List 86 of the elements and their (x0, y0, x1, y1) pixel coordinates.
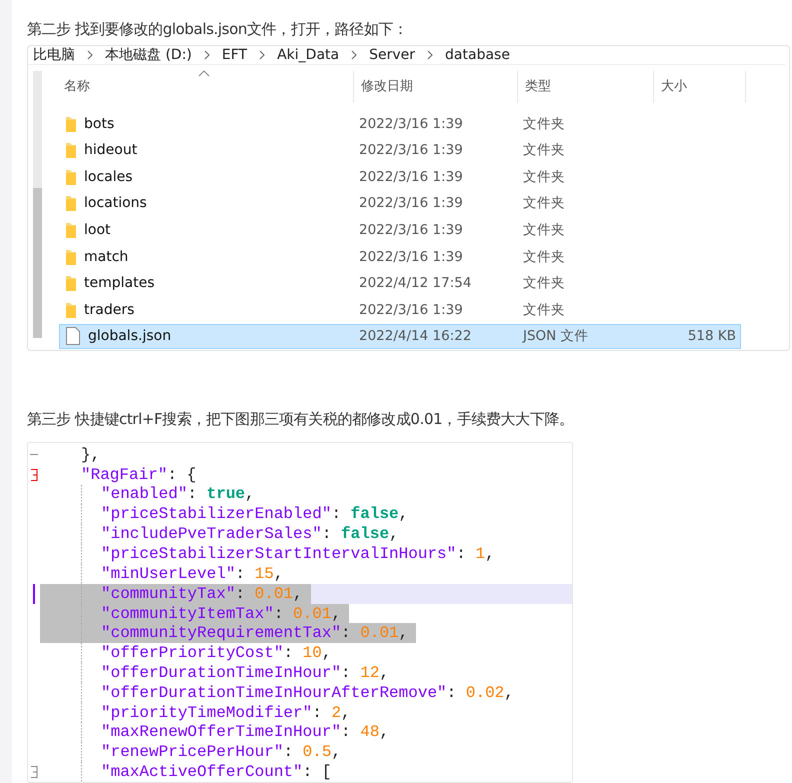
file-name: templates (84, 275, 154, 292)
file-name: loot (84, 222, 111, 238)
file-row[interactable]: loot 2022/3/16 1:39 文件夹 (59, 217, 741, 242)
breadcrumb-item[interactable]: 本地磁盘 (D:) (105, 46, 192, 64)
folder-icon (66, 302, 76, 318)
breadcrumb-item[interactable]: EFT (222, 47, 248, 64)
file-row[interactable]: templates 2022/4/12 17:54 文件夹 (59, 270, 741, 296)
code-line: "communityTax": 0.01, (101, 584, 303, 603)
type-cell-text: 文件夹 (522, 141, 566, 160)
file-row[interactable]: traders 2022/3/16 1:39 文件夹 (59, 297, 741, 322)
code-line: "communityItemTax": 0.01, (101, 604, 342, 623)
scrollbar[interactable] (33, 71, 42, 338)
file-name: hideout (84, 142, 138, 158)
code-line: "minUserLevel": 15, (101, 564, 284, 583)
code-line: "priceStabilizerEnabled": false, (101, 505, 408, 524)
type-cell-text: 文件夹 (522, 274, 566, 292)
type-cell-text: 文件夹 (522, 248, 566, 266)
code-line: "maxActiveOfferCount": [ (101, 763, 332, 782)
code-line: "RagFair": { (81, 466, 196, 484)
fold-toggle-icon[interactable] (30, 468, 38, 481)
date-cell-text: 2022/4/14 16:22 (358, 328, 472, 344)
code-line: "offerDurationTimeInHourAfterRemove": 0.02, (101, 684, 514, 702)
code-line: "offerDurationTimeInHour": 12, (101, 664, 390, 682)
code-line: "includePveTraderSales": false, (101, 525, 399, 544)
code-line: "maxRenewOfferTimeInHour": 48, (101, 723, 390, 742)
file-row[interactable]: bots 2022/3/16 1:39 文件夹 (59, 111, 741, 136)
code-line: }, (81, 446, 100, 464)
size-cell-text: 518 KB (686, 328, 737, 344)
breadcrumb-item[interactable]: database (445, 47, 510, 64)
file-row[interactable]: match 2022/3/16 1:39 文件夹 (59, 244, 741, 269)
date-cell-text: 2022/3/16 1:39 (358, 116, 464, 132)
type-cell-text: 文件夹 (522, 114, 566, 133)
file-name: locales (84, 168, 133, 185)
chevron-icon (202, 50, 211, 60)
date-cell-text: 2022/3/16 1:39 (358, 142, 464, 158)
code-line: "communityRequirementTax": 0.01, (101, 624, 408, 642)
file-name: locations (84, 195, 147, 212)
folder-icon (66, 116, 76, 132)
cursor-line-icon (33, 584, 35, 604)
folder-icon (66, 168, 76, 185)
date-cell-text: 2022/3/16 1:39 (358, 222, 464, 238)
chevron-icon (350, 50, 358, 60)
sort-caret-icon (198, 69, 210, 78)
file-name: match (84, 248, 128, 264)
file-row[interactable]: locations 2022/3/16 1:39 文件夹 (59, 190, 741, 216)
folder-icon (66, 275, 76, 292)
file-row[interactable]: hideout 2022/3/16 1:39 文件夹 (59, 138, 741, 163)
folder-icon (66, 222, 76, 238)
step-instruction: 第三步 快捷键ctrl+F搜索，把下图那三项有关税的都修改成0.01，手续费大大下降。 (27, 408, 575, 430)
file-row[interactable]: globals.json 2022/4/14 16:22 JSON 文件 518 KB (59, 324, 741, 349)
column-header[interactable]: 大小 (654, 71, 746, 104)
file-name: bots (84, 116, 114, 132)
code-line: "renewPricePerHour": 0.5, (101, 743, 342, 762)
folder-icon (66, 195, 76, 212)
type-cell-text: JSON 文件 (521, 327, 590, 346)
chevron-icon (86, 50, 94, 60)
column-header[interactable]: 修改日期 (354, 71, 518, 104)
date-cell-text: 2022/3/16 1:39 (358, 302, 464, 318)
folder-icon (66, 248, 76, 264)
breadcrumb-item[interactable]: Aki_Data (277, 47, 340, 64)
fold-end-icon (30, 766, 38, 778)
code-line: "priorityTimeModifier": 2, (101, 704, 351, 722)
column-header[interactable]: 类型 (518, 71, 654, 104)
date-cell-text: 2022/3/16 1:39 (358, 168, 464, 185)
type-cell-text: 文件夹 (522, 220, 566, 239)
date-cell-text: 2022/3/16 1:39 (358, 195, 464, 212)
code-line: "priceStabilizerStartIntervalInHours": 1, (101, 544, 495, 563)
type-cell-text: 文件夹 (522, 194, 566, 212)
chevron-icon (258, 50, 266, 60)
type-cell-text: 文件夹 (522, 300, 566, 319)
breadcrumb-item[interactable]: Server (369, 47, 416, 64)
step-instruction: 第二步 找到要修改的globals.json文件，打开，路径如下： (27, 19, 409, 40)
file-name: globals.json (88, 328, 172, 344)
code-line: "enabled": true, (101, 485, 255, 504)
folder-icon (66, 142, 76, 158)
fold-line-icon (30, 453, 38, 456)
column-header[interactable]: 名称 (62, 71, 354, 104)
file-name: traders (84, 302, 134, 318)
chevron-icon (426, 50, 434, 60)
code-line: "offerPriorityCost": 10, (101, 644, 332, 662)
breadcrumb-item[interactable]: 比电脑 (33, 46, 75, 64)
date-cell-text: 2022/3/16 1:39 (358, 248, 464, 264)
type-cell-text: 文件夹 (522, 168, 566, 186)
document-icon (66, 327, 80, 346)
date-cell-text: 2022/4/12 17:54 (358, 275, 472, 292)
file-row[interactable]: locales 2022/3/16 1:39 文件夹 (59, 164, 741, 190)
